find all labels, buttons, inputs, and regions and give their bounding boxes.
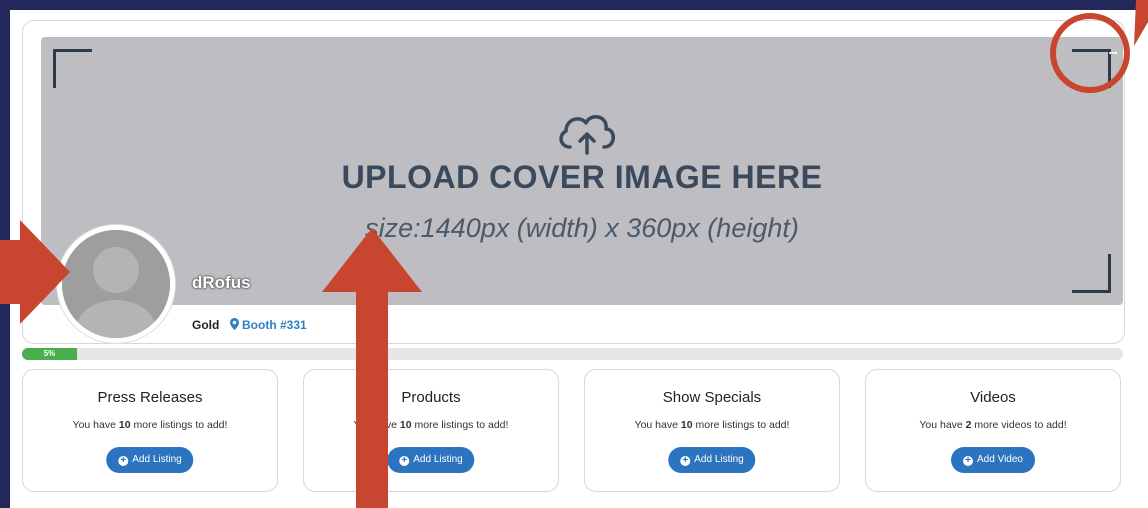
annotation-overlay <box>0 0 1148 508</box>
annotation-arrow-size-hint <box>322 228 422 508</box>
annotation-circle-menu <box>1050 13 1130 93</box>
annotation-arrow-avatar <box>0 220 70 324</box>
annotation-arrow-menu <box>1134 0 1148 46</box>
